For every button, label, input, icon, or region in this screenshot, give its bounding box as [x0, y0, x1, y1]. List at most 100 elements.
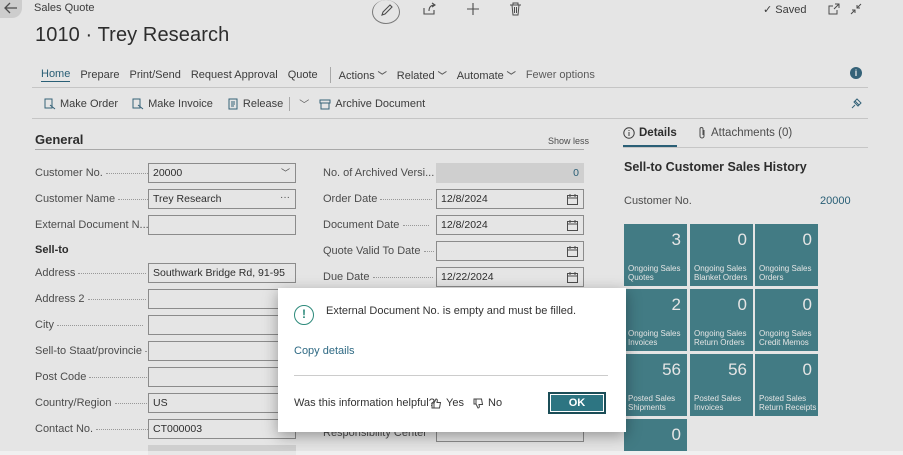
cue-caption: Ongoing Sales Credit Memos: [759, 329, 812, 347]
leader-dots: [114, 402, 149, 404]
chevron-down-icon: ﹀: [437, 70, 447, 81]
address2-field[interactable]: [148, 289, 296, 309]
cue-value: 0: [802, 295, 812, 314]
fewer-options-link[interactable]: Fewer options: [526, 69, 595, 81]
release-dropdown[interactable]: ﹀: [289, 96, 309, 111]
divider: [35, 149, 584, 150]
make-order-button[interactable]: Make Order: [44, 98, 118, 110]
country-label: Country/Region: [35, 397, 149, 409]
due-date-label: Due Date: [323, 271, 433, 283]
make-invoice-button[interactable]: Make Invoice: [132, 98, 213, 110]
calendar-icon[interactable]: [567, 246, 578, 257]
due-date-value: 12/22/2024: [441, 271, 494, 283]
personalize-button[interactable]: [850, 97, 862, 115]
cue-tile[interactable]: 0 Ongoing Sales Orders: [755, 224, 818, 286]
tab-prepare[interactable]: Prepare: [80, 69, 119, 81]
address-label-text: Address: [35, 267, 76, 279]
archive-document-button[interactable]: Archive Document: [319, 98, 425, 110]
divider: [329, 67, 331, 83]
more-options-icon[interactable]: ···: [280, 192, 290, 203]
saved-status: ✓ Saved: [763, 3, 806, 16]
menu-automate[interactable]: Automate ﹀: [457, 69, 516, 82]
address2-label-text: Address 2: [35, 293, 85, 305]
cue-value: 56: [662, 360, 681, 379]
external-document-field[interactable]: [148, 215, 296, 235]
customer-name-field[interactable]: Trey Research ···: [148, 189, 296, 209]
contact-no-label-text: Contact No.: [35, 423, 94, 435]
new-button[interactable]: [466, 2, 480, 21]
back-button[interactable]: [0, 0, 22, 18]
cue-tile[interactable]: 56 Posted Sales Shipments: [624, 354, 687, 416]
archive-document-label: Archive Document: [335, 97, 426, 110]
share-button[interactable]: [422, 2, 436, 21]
menu-actions[interactable]: Actions ﹀: [339, 69, 387, 82]
order-date-field[interactable]: 12/8/2024: [436, 189, 584, 209]
open-new-window-button[interactable]: [828, 2, 840, 20]
contact-no-field[interactable]: CT000003: [148, 419, 296, 439]
calendar-icon[interactable]: [567, 272, 578, 283]
quote-valid-field[interactable]: [436, 241, 584, 261]
copy-details-link[interactable]: Copy details: [294, 345, 355, 357]
tab-print-send[interactable]: Print/Send: [129, 69, 180, 81]
release-icon: [228, 98, 238, 109]
delete-button[interactable]: [509, 2, 522, 21]
factbox-customer-no-link[interactable]: 20000: [820, 195, 851, 207]
info-circle-icon: [623, 127, 635, 139]
divider: [289, 96, 291, 111]
cue-caption: Posted Sales Return Receipts: [759, 394, 817, 412]
helpful-no-button[interactable]: No: [473, 397, 502, 409]
due-date-field[interactable]: 12/22/2024: [436, 267, 584, 287]
menu-related[interactable]: Related ﹀: [397, 69, 447, 82]
cue-tile[interactable]: 0 Posted Sales Return Receipts: [755, 354, 818, 416]
cue-tile[interactable]: 0 Ongoing Sales Credit Memos: [755, 289, 818, 351]
leader-dots: [57, 324, 144, 326]
archived-versions-field[interactable]: 0: [436, 163, 584, 183]
customer-no-value: 20000: [153, 167, 183, 179]
cue-value: 0: [802, 230, 812, 249]
share-icon: [423, 2, 436, 15]
address2-label: Address 2: [35, 293, 146, 305]
action-bar: Home Prepare Print/Send Request Approval…: [41, 67, 605, 83]
release-button[interactable]: Release: [227, 98, 283, 110]
cue-tile[interactable]: 3 Ongoing Sales Quotes: [624, 224, 687, 286]
menu-automate-label: Automate: [456, 69, 504, 82]
cue-tile[interactable]: 0 Ongoing Sales Return Orders: [690, 289, 753, 351]
post-code-field[interactable]: [148, 367, 296, 387]
make-order-label: Make Order: [60, 97, 119, 110]
country-field[interactable]: US: [148, 393, 296, 413]
tab-quote[interactable]: Quote: [288, 69, 318, 81]
address-field[interactable]: Southwark Bridge Rd, 91-95: [148, 263, 296, 283]
error-message: External Document No. is empty and must …: [326, 305, 577, 317]
make-invoice-label: Make Invoice: [148, 97, 213, 110]
cue-tile[interactable]: 0 Ongoing Sales Blanket Orders: [690, 224, 753, 286]
cue-tile[interactable]: 56 Posted Sales Invoices: [690, 354, 753, 416]
helpful-yes-button[interactable]: Yes: [431, 397, 464, 409]
breadcrumb: Sales Quote: [34, 2, 95, 14]
collapse-button[interactable]: [850, 2, 862, 20]
tab-details[interactable]: Details: [623, 127, 677, 139]
ok-button[interactable]: OK: [548, 392, 606, 414]
tab-home[interactable]: Home: [41, 68, 71, 82]
info-icon[interactable]: i: [850, 67, 862, 79]
edit-button[interactable]: [372, 0, 400, 24]
cue-value: 0: [802, 360, 812, 379]
show-less-link[interactable]: Show less: [548, 136, 589, 146]
city-field[interactable]: [148, 315, 296, 335]
cue-tile[interactable]: 2 Ongoing Sales Invoices: [624, 289, 687, 351]
plus-icon: [467, 3, 479, 15]
leader-dots: [89, 376, 148, 378]
document-date-label: Document Date: [323, 219, 429, 231]
customer-no-field[interactable]: 20000 ﹀: [148, 163, 296, 183]
state-field[interactable]: [148, 341, 296, 361]
calendar-icon[interactable]: [567, 194, 578, 205]
tab-request-approval[interactable]: Request Approval: [191, 69, 278, 81]
cue-caption: Posted Sales Invoices: [694, 394, 742, 412]
next-field[interactable]: [148, 445, 296, 455]
tab-attachments[interactable]: Attachments (0): [697, 127, 792, 139]
cue-tile[interactable]: 0: [624, 419, 687, 451]
collapse-icon: [850, 3, 862, 15]
document-date-field[interactable]: 12/8/2024: [436, 215, 584, 235]
calendar-icon[interactable]: [567, 220, 578, 231]
cue-value: 56: [728, 360, 747, 379]
cue-caption: Ongoing Sales Return Orders: [694, 329, 747, 347]
